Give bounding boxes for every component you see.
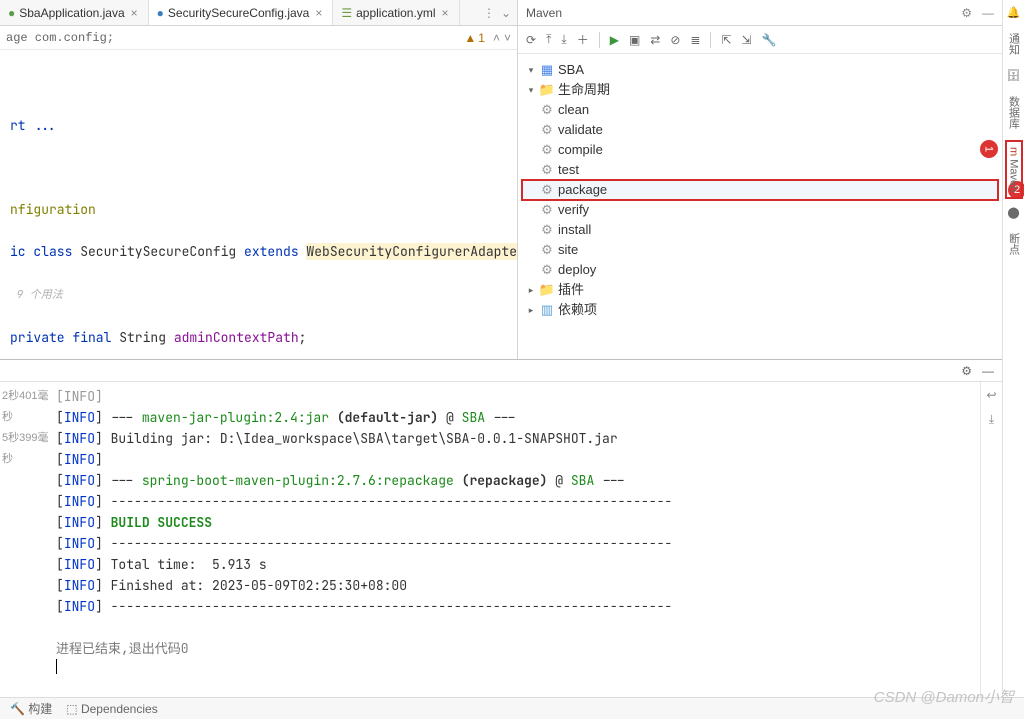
skip-tests-icon[interactable]: ⊘ xyxy=(670,33,680,47)
right-tool-stripe: 🔔 通知 🗄 数据库 m Maven 1 ⬤ 断点 xyxy=(1002,0,1024,719)
deps-node[interactable]: 依赖项 xyxy=(558,300,597,320)
breakpoints-label[interactable]: 断点 xyxy=(1006,229,1022,259)
run-icon[interactable]: ▶ xyxy=(610,33,619,47)
maven-tree[interactable]: ▾▦SBA ▾📁生命周期 ⚙clean⚙validate⚙compile⚙tes… xyxy=(518,54,1002,326)
gear-icon: ⚙ xyxy=(540,223,554,237)
gear-icon: ⚙ xyxy=(540,103,554,117)
tab-label: SbaApplication.java xyxy=(19,6,124,20)
notifications-icon[interactable]: 🔔 xyxy=(1007,6,1021,19)
soft-wrap-icon[interactable]: ↩ xyxy=(986,388,996,402)
gear-icon[interactable]: ⚙ xyxy=(961,364,972,378)
toggle-offline-icon[interactable]: ⇄ xyxy=(650,33,660,47)
scroll-to-end-icon[interactable]: ⤓ xyxy=(989,412,994,427)
folder-icon: 📁 xyxy=(540,83,554,97)
build-tool-button[interactable]: 🔨 构建 xyxy=(10,700,52,717)
lifecycle-node[interactable]: 生命周期 xyxy=(558,80,610,100)
goal-label: validate xyxy=(558,120,603,140)
warning-indicator[interactable]: ▲ 1 xyxy=(464,31,485,45)
plugins-node[interactable]: 插件 xyxy=(558,280,584,300)
deps-icon: ▥ xyxy=(540,303,554,317)
maven-stripe-button[interactable]: m Maven 1 xyxy=(1008,143,1020,196)
warning-icon: ▲ xyxy=(464,31,476,45)
lifecycle-goal-validate[interactable]: ⚙ validate xyxy=(522,120,998,140)
console-output[interactable]: [INFO] [INFO] --- maven-jar-plugin:2.4:j… xyxy=(56,382,980,697)
close-icon[interactable]: × xyxy=(439,6,450,20)
editor-tabs: ● SbaApplication.java × ● SecuritySecure… xyxy=(0,0,517,26)
gear-icon[interactable]: ⚙ xyxy=(961,6,972,20)
wrench-icon[interactable]: 🔧 xyxy=(762,33,777,47)
lifecycle-goal-clean[interactable]: ⚙ clean xyxy=(522,100,998,120)
gear-icon: ⚙ xyxy=(540,183,554,197)
hide-icon[interactable]: — xyxy=(982,6,994,20)
close-icon[interactable]: × xyxy=(129,6,140,20)
reload-icon[interactable]: ⟳ xyxy=(526,33,536,47)
download-sources-icon[interactable]: ⤓ xyxy=(561,32,566,47)
gear-icon: ⚙ xyxy=(540,263,554,277)
watermark-text: CSDN @Damon小智 xyxy=(874,686,1014,707)
prev-highlight-icon[interactable]: ˄ xyxy=(493,31,500,45)
tab-sba-application[interactable]: ● SbaApplication.java × xyxy=(0,0,149,25)
goal-label: verify xyxy=(558,200,589,220)
lifecycle-goal-test[interactable]: ⚙ test xyxy=(522,160,998,180)
gear-icon: ⚙ xyxy=(540,143,554,157)
gear-icon: ⚙ xyxy=(540,243,554,257)
goal-label: install xyxy=(558,220,591,240)
gear-icon: ⚙ xyxy=(540,203,554,217)
maven-logo-icon: m xyxy=(1008,147,1020,156)
lifecycle-goal-verify[interactable]: ⚙ verify xyxy=(522,200,998,220)
tab-dropdown-icon[interactable]: ⋮ xyxy=(483,6,495,20)
lifecycle-goal-deploy[interactable]: ⚙ deploy xyxy=(522,260,998,280)
hide-icon[interactable]: — xyxy=(982,364,994,378)
lifecycle-goal-install[interactable]: ⚙ install xyxy=(522,220,998,240)
lifecycle-goal-compile[interactable]: ⚙ compile xyxy=(522,140,998,160)
collapse-all-icon[interactable]: ⇱ xyxy=(721,33,731,47)
package-statement: age com.config; xyxy=(6,31,114,45)
panel-title: Maven xyxy=(526,6,562,20)
more-tabs-icon[interactable]: ⌄ xyxy=(501,6,511,20)
execute-goal-icon[interactable]: ▣ xyxy=(629,33,640,47)
close-icon[interactable]: × xyxy=(313,6,324,20)
maven-toolbar: ⟳ ⤒ ⤓ ＋ ▶ ▣ ⇄ ⊘ ≣ ⇱ ⇲ 🔧 xyxy=(518,26,1002,54)
goal-label: compile xyxy=(558,140,603,160)
console-side-actions: ↩ ⤓ xyxy=(980,382,1002,697)
java-class-icon: ● xyxy=(157,6,164,20)
breakpoints-icon[interactable]: ⬤ xyxy=(1007,206,1019,219)
editor-breadcrumb: age com.config; ▲ 1 ˄ ˅ xyxy=(0,26,517,50)
console-header: ⚙ — xyxy=(0,360,1002,382)
notifications-label[interactable]: 通知 xyxy=(1006,29,1022,59)
gear-icon: ⚙ xyxy=(540,163,554,177)
database-icon[interactable]: 🗄 xyxy=(1007,69,1021,82)
generate-sources-icon[interactable]: ⤒ xyxy=(546,32,551,47)
dependencies-tool-button[interactable]: ⬚ Dependencies xyxy=(66,702,157,716)
console-gutter: 2秒401毫秒 5秒399毫秒 xyxy=(0,382,56,697)
add-icon[interactable]: ＋ xyxy=(577,31,589,48)
goal-label: clean xyxy=(558,100,589,120)
tab-label: SecuritySecureConfig.java xyxy=(168,6,309,20)
lifecycle-goal-site[interactable]: ⚙ site xyxy=(522,240,998,260)
goal-label: test xyxy=(558,160,579,180)
annotation-badge-1: 1 xyxy=(980,140,998,158)
folder-icon: 📁 xyxy=(540,283,554,297)
goal-label: package xyxy=(558,180,607,200)
project-node[interactable]: SBA xyxy=(558,60,584,80)
show-settings-icon[interactable]: ⇲ xyxy=(742,33,752,47)
maven-tool-title: Maven ⚙ — xyxy=(518,0,1002,26)
tab-security-config[interactable]: ● SecuritySecureConfig.java × xyxy=(149,0,334,25)
next-highlight-icon[interactable]: ˅ xyxy=(504,31,511,45)
tab-application-yml[interactable]: ☰ application.yml × xyxy=(333,0,459,25)
database-label[interactable]: 数据库 xyxy=(1006,92,1022,133)
goal-label: deploy xyxy=(558,260,596,280)
status-bar: 🔨 构建 ⬚ Dependencies xyxy=(0,697,1024,719)
java-class-icon: ● xyxy=(8,6,15,20)
lifecycle-goal-package[interactable]: ⚙package2双击后自动执行 xyxy=(522,180,998,200)
gear-icon: ⚙ xyxy=(540,123,554,137)
module-icon: ▦ xyxy=(540,63,554,77)
goal-label: site xyxy=(558,240,578,260)
yaml-file-icon: ☰ xyxy=(341,6,352,20)
show-deps-icon[interactable]: ≣ xyxy=(690,33,700,47)
tab-label: application.yml xyxy=(356,6,435,20)
